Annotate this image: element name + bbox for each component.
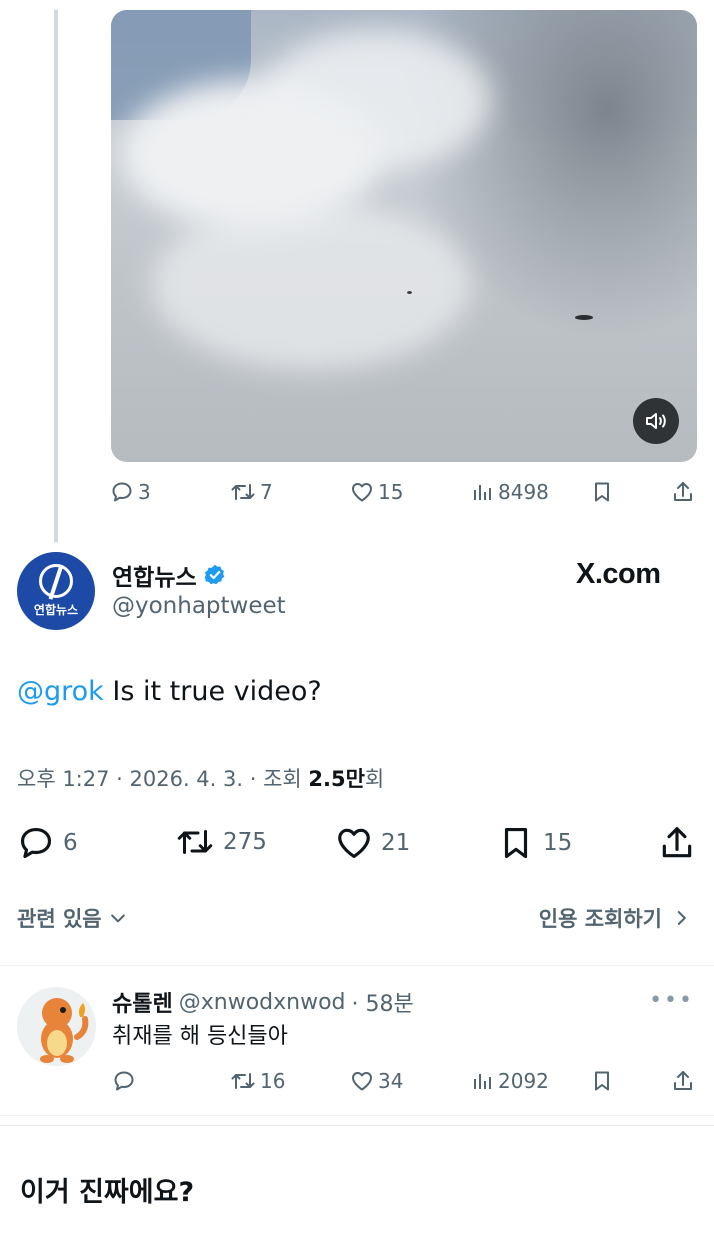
share-button[interactable]: [671, 480, 695, 504]
view-total: 2.5만: [308, 767, 365, 791]
like-button[interactable]: 15: [350, 480, 403, 504]
bookmark-icon: [595, 1071, 609, 1091]
share-icon: [662, 827, 692, 858]
timestamp[interactable]: 오후 1:27 · 2026. 4. 3. · 조회: [17, 767, 308, 791]
bookmark-button[interactable]: [590, 480, 614, 504]
heart-icon: [352, 483, 372, 502]
reply-icon: [112, 482, 132, 502]
author-handle[interactable]: @yonhaptweet: [112, 593, 286, 619]
author-name-row[interactable]: 연합뉴스: [112, 558, 227, 592]
analytics-icon: [474, 485, 491, 500]
more-options-icon[interactable]: •••: [649, 988, 694, 1013]
like-count: 21: [381, 830, 411, 856]
reply-button[interactable]: 3: [110, 480, 151, 504]
reply-button[interactable]: [112, 1069, 140, 1093]
like-button[interactable]: 34: [350, 1069, 403, 1093]
reply-header: 슈톨렌 @xnwodxnwod · 58분: [112, 986, 414, 1018]
repost-icon: [177, 830, 213, 854]
repost-icon: [231, 484, 255, 500]
heart-icon: [352, 1072, 372, 1091]
like-button[interactable]: 21: [335, 824, 410, 862]
heart-icon: [338, 828, 370, 859]
bookmark-icon: [504, 827, 528, 859]
repost-count: 7: [260, 480, 273, 504]
reply-author-name[interactable]: 슈톨렌: [112, 986, 173, 1018]
like-count: 34: [378, 1069, 404, 1093]
reply-count: 6: [63, 830, 78, 856]
share-button[interactable]: [658, 824, 696, 862]
reply-icon: [20, 827, 52, 859]
repost-button[interactable]: 7: [230, 480, 273, 504]
divider: [0, 965, 714, 966]
tweet-body: Is it true video?: [103, 676, 322, 707]
reply-author-handle[interactable]: @xnwodxnwod: [179, 990, 346, 1015]
caption-text: 이거 진짜에요?: [20, 1177, 195, 1208]
bookmark-icon: [595, 482, 609, 502]
avatar[interactable]: [17, 987, 96, 1066]
bookmark-button[interactable]: [590, 1069, 614, 1093]
avatar[interactable]: 연합뉴스: [17, 552, 95, 630]
divider: [0, 1125, 714, 1126]
video-player[interactable]: [111, 10, 697, 462]
speaker-icon[interactable]: [633, 398, 679, 444]
reply-text: 취재를 해 등신들아: [112, 1024, 288, 1049]
repost-count: 16: [260, 1069, 286, 1093]
video-frame-flying-object: [575, 315, 593, 320]
reply-count: 3: [138, 480, 151, 504]
author-name: 연합뉴스: [112, 565, 197, 591]
charmander-avatar-icon: [17, 987, 96, 1066]
share-button[interactable]: [671, 1069, 695, 1093]
view-suffix: 회: [364, 767, 385, 791]
related-label: 관련 있음: [17, 907, 102, 931]
tweet-meta: 오후 1:27 · 2026. 4. 3. · 조회 2.5만회: [17, 763, 384, 793]
yonhap-logo-icon: [39, 564, 73, 598]
avatar-logo-text: 연합뉴스: [33, 603, 79, 617]
related-sort-dropdown[interactable]: 관련 있음: [17, 903, 128, 933]
chevron-right-icon: [677, 911, 686, 925]
video-frame-cloud: [151, 200, 471, 370]
share-icon: [674, 482, 692, 501]
repost-count: 275: [223, 829, 267, 855]
verified-badge-icon: [204, 564, 224, 585]
views-button[interactable]: 8498: [470, 480, 549, 504]
views-button[interactable]: 2092: [470, 1069, 549, 1093]
tweet-text: @grok Is it true video?: [17, 676, 322, 707]
share-icon: [674, 1071, 692, 1090]
mention-link[interactable]: @grok: [17, 676, 104, 707]
video-frame-cloud: [261, 30, 491, 170]
reply-button[interactable]: 6: [17, 824, 78, 862]
view-count: 8498: [498, 480, 549, 504]
view-quotes-link[interactable]: 인용 조회하기: [539, 903, 690, 933]
repost-icon: [231, 1073, 255, 1089]
bookmark-button[interactable]: 15: [497, 824, 572, 862]
bookmark-count: 15: [543, 830, 573, 856]
video-frame-flying-object: [407, 291, 412, 294]
view-count: 2092: [498, 1069, 549, 1093]
analytics-icon: [474, 1074, 491, 1089]
x-watermark: X.com: [576, 558, 661, 590]
reply-time[interactable]: · 58분: [352, 986, 414, 1018]
quotes-label: 인용 조회하기: [538, 907, 662, 931]
repost-button[interactable]: 16: [230, 1069, 285, 1093]
reply-icon: [114, 1071, 134, 1091]
chevron-down-icon: [110, 914, 125, 923]
divider: [0, 1115, 714, 1116]
like-count: 15: [378, 480, 404, 504]
thread-connector-line: [54, 10, 58, 542]
repost-button[interactable]: 275: [175, 824, 267, 860]
